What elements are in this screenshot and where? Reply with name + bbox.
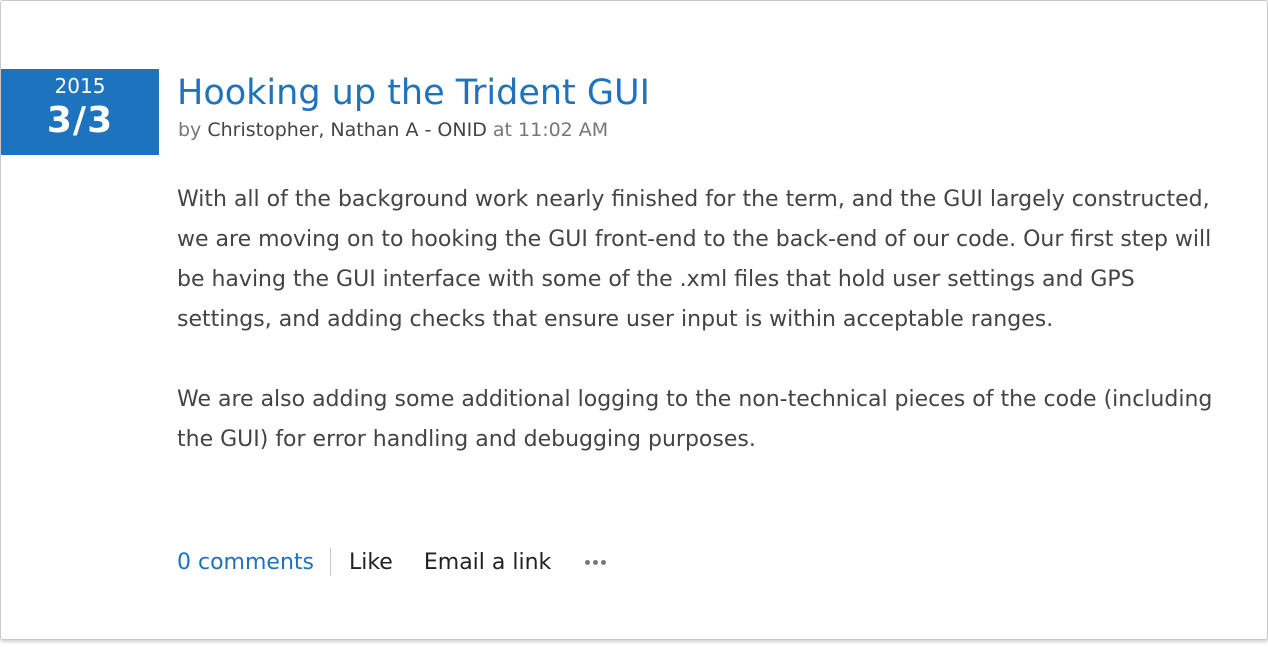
post-paragraph: With all of the background work nearly f… bbox=[177, 187, 1212, 332]
post-actions: 0 comments Like Email a link bbox=[177, 546, 607, 578]
action-divider bbox=[329, 548, 331, 576]
ellipsis-dot bbox=[593, 559, 599, 565]
email-link-button[interactable]: Email a link bbox=[424, 550, 551, 575]
post-time: 11:02 AM bbox=[518, 119, 609, 141]
byline-at: at bbox=[492, 119, 512, 141]
post-title[interactable]: Hooking up the Trident GUI bbox=[177, 69, 650, 117]
ellipsis-dot bbox=[585, 559, 591, 565]
post-author[interactable]: Christopher, Nathan A - ONID bbox=[207, 119, 486, 141]
post-paragraph: We are also adding some additional loggi… bbox=[177, 387, 1213, 452]
byline-prefix: by bbox=[178, 119, 202, 141]
post-byline: by Christopher, Nathan A - ONID at 11:02… bbox=[178, 117, 608, 143]
ellipsis-icon[interactable] bbox=[585, 552, 607, 572]
comments-link[interactable]: 0 comments bbox=[177, 550, 314, 575]
post-date-day: 3/3 bbox=[46, 100, 114, 141]
like-button[interactable]: Like bbox=[349, 550, 393, 575]
blog-post-card: 2015 3/3 Hooking up the Trident GUI by C… bbox=[0, 0, 1268, 640]
post-date-badge: 2015 3/3 bbox=[1, 69, 159, 155]
post-body: With all of the background work nearly f… bbox=[177, 180, 1217, 460]
ellipsis-dot bbox=[601, 559, 607, 565]
post-date-year: 2015 bbox=[54, 74, 106, 98]
